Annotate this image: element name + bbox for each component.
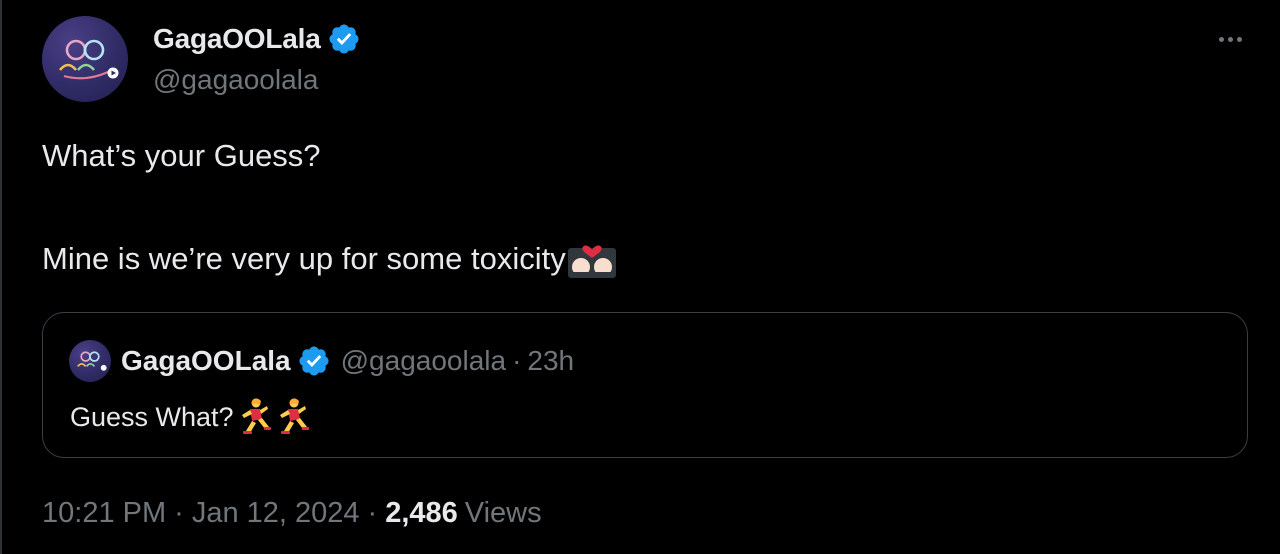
- handle[interactable]: @gagaoolala: [153, 64, 361, 96]
- tweet-text-line-2-row: Mine is we’re very up for some toxicity: [42, 240, 616, 278]
- quoted-tweet-text: Guess What?: [70, 401, 234, 432]
- tweet-text-line-1: What’s your Guess?: [42, 138, 321, 173]
- tweet: GagaOOLala @gagaoolala What’s your Guess…: [0, 0, 1280, 554]
- woman-running-icon: [279, 398, 309, 434]
- views-count[interactable]: 2,486: [385, 497, 458, 530]
- quoted-tweet-text-row: Guess What?: [70, 397, 310, 437]
- verified-badge-icon[interactable]: [297, 344, 331, 378]
- tweet-time[interactable]: 10:21 PM: [42, 497, 166, 530]
- views-label: Views: [464, 497, 542, 529]
- woman-running-icon: [241, 398, 271, 434]
- avatar[interactable]: [42, 16, 128, 102]
- quoted-tweet-card[interactable]: GagaOOLala @gagaoolala · 23h Guess What?: [42, 312, 1248, 458]
- gagaoolala-logo-icon: [58, 39, 119, 80]
- quoted-tweet-header: GagaOOLala @gagaoolala · 23h: [69, 339, 574, 383]
- meta-separator: ·: [174, 497, 184, 529]
- verified-badge-icon[interactable]: [327, 22, 361, 56]
- tweet-date[interactable]: Jan 12, 2024: [192, 497, 360, 530]
- display-name[interactable]: GagaOOLala: [153, 23, 321, 55]
- author-block: GagaOOLala @gagaoolala: [153, 20, 361, 96]
- quoted-separator: ·: [512, 345, 522, 376]
- more-options-icon[interactable]: [1210, 25, 1250, 53]
- tweet-meta: 10:21 PM · Jan 12, 2024 · 2,486 Views: [42, 497, 542, 530]
- quoted-timestamp[interactable]: 23h: [527, 345, 574, 377]
- quoted-display-name[interactable]: GagaOOLala: [121, 345, 291, 377]
- meta-separator: ·: [367, 497, 378, 529]
- tweet-text-line-2: Mine is we’re very up for some toxicity: [42, 241, 566, 276]
- gagaoolala-logo-icon: [77, 351, 107, 371]
- quoted-handle[interactable]: @gagaoolala: [341, 345, 506, 377]
- quoted-avatar[interactable]: [69, 340, 111, 382]
- kiss-emoji: [567, 245, 616, 278]
